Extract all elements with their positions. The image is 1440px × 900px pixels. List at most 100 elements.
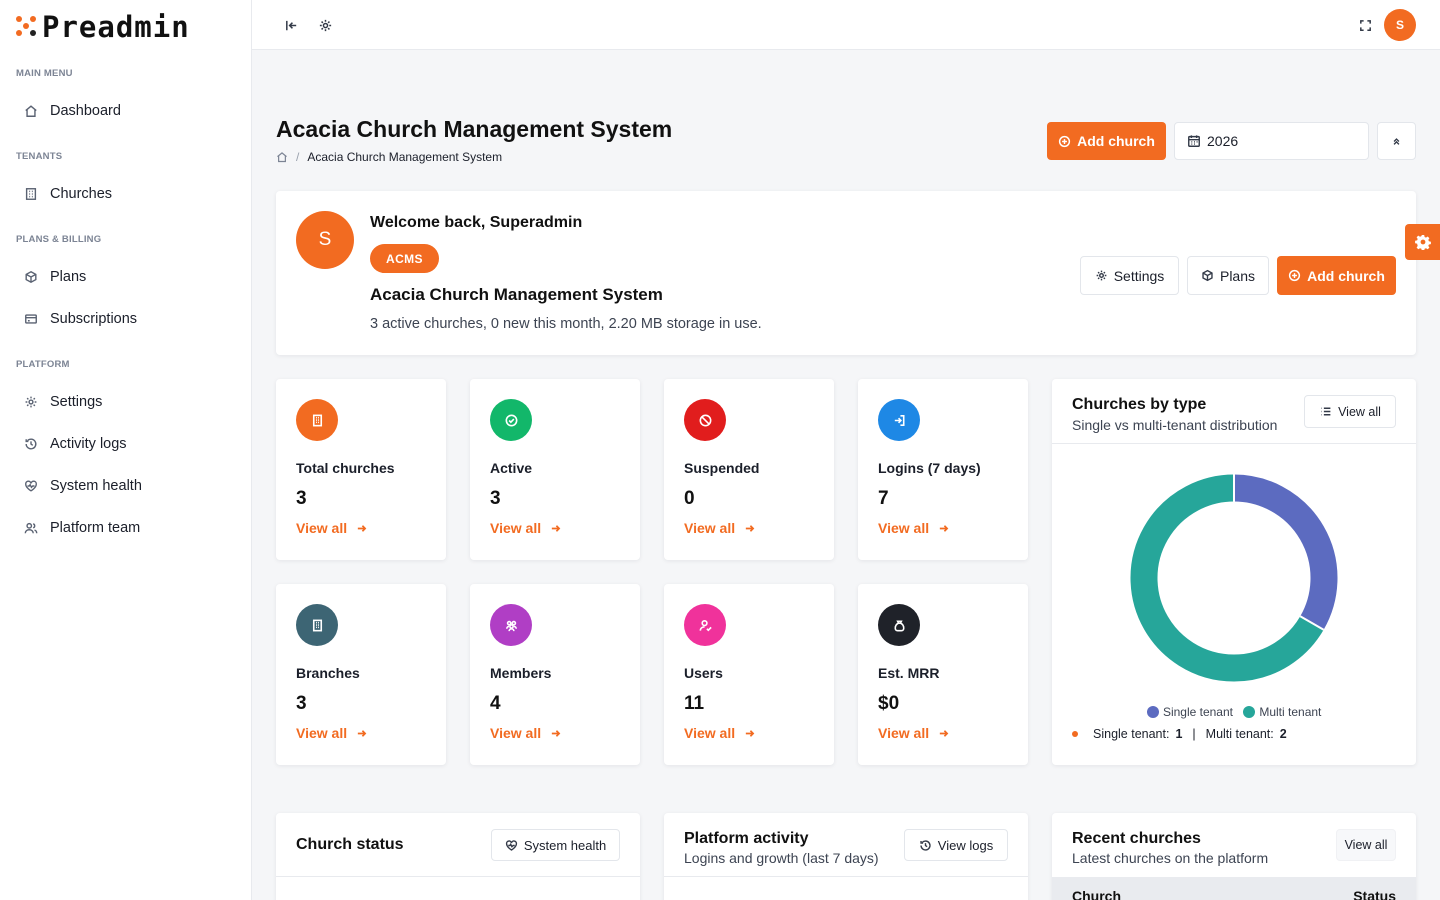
stat-link-label: View all [296,725,348,741]
home-icon[interactable] [276,151,288,163]
add-church-label: Add church [1307,267,1385,284]
welcome-greeting: Welcome back, Superadmin [370,214,583,231]
user-check-icon [699,619,712,631]
fullscreen-button[interactable] [1354,14,1376,36]
stat-view-all-link[interactable]: View all [878,520,949,536]
stat-icon-badge [878,399,920,441]
settings-button[interactable]: Settings [1080,256,1179,295]
table-header: Church Status [1052,877,1416,900]
stat-card: Logins (7 days) 7 View all [858,379,1028,560]
sidebar-item-label: System health [50,478,142,494]
system-health-button[interactable]: System health [491,829,620,861]
users-icon [24,522,38,534]
stat-view-all-link[interactable]: View all [296,725,367,741]
recent-churches-card: Recent churches Latest churches on the p… [1052,813,1416,900]
view-all-button[interactable]: View all [1336,829,1396,861]
stat-view-all-link[interactable]: View all [684,520,755,536]
column-header-church[interactable]: Church [1072,888,1121,900]
user-avatar[interactable]: S [1384,9,1416,41]
stat-view-all-link[interactable]: View all [878,725,949,741]
stat-view-all-link[interactable]: View all [296,520,367,536]
card-title: Churches by type [1072,396,1207,413]
stat-view-all-link[interactable]: View all [684,725,755,741]
chart-summary: Single tenant: 1 | Multi tenant: 2 [1072,727,1287,741]
gear-icon [1096,270,1107,281]
collapse-header-button[interactable] [1377,122,1416,160]
breadcrumb-separator: / [296,150,300,164]
sidebar-item-label: Settings [50,394,103,410]
collapse-sidebar-button[interactable] [280,14,302,36]
sidebar-item-label: Activity logs [50,436,127,452]
view-logs-button[interactable]: View logs [904,829,1008,861]
stat-label: Total churches [296,460,395,476]
settings-button-label: Settings [1113,267,1165,284]
gear-icon [1414,235,1431,250]
stat-link-label: View all [684,520,736,536]
stat-link-label: View all [490,520,542,536]
plus-circle-icon [1289,269,1301,282]
view-all-button[interactable]: View all [1304,395,1396,428]
stat-value: $0 [878,693,900,714]
legend-item-multi-tenant[interactable]: Multi tenant [1243,705,1321,719]
credit-card-icon [25,314,37,324]
view-all-label: View all [1338,404,1381,419]
card-divider [664,876,1028,877]
sidebar-item-dashboard[interactable]: Dashboard [16,93,236,129]
stat-view-all-link[interactable]: View all [490,520,561,536]
sidebar-item-churches[interactable]: Churches [16,176,236,212]
stat-card: Users 11 View all [664,584,834,765]
stat-view-all-link[interactable]: View all [490,725,561,741]
summary-multi-value: 2 [1279,727,1287,741]
arrow-right-icon [939,729,949,737]
stat-label: Suspended [684,460,760,476]
sidebar-item-settings[interactable]: Settings [16,384,236,420]
org-badge: ACMS [370,244,439,273]
section-label-main-menu: MAIN MENU [16,68,73,79]
legend-item-single-tenant[interactable]: Single tenant [1146,705,1233,719]
add-church-button[interactable]: Add church [1047,122,1166,160]
chart-legend: Single tenant Multi tenant [1052,705,1416,719]
system-health-label: System health [523,837,607,853]
donut-slice-single-tenant[interactable] [1233,474,1338,630]
sidebar-item-label: Subscriptions [50,311,138,327]
sidebar-item-label: Platform team [50,520,141,536]
sidebar-item-subscriptions[interactable]: Subscriptions [16,301,236,337]
column-header-status[interactable]: Status [1353,888,1396,900]
arrow-right-icon [745,729,755,737]
heartbeat-icon [505,839,517,851]
plans-button[interactable]: Plans [1187,256,1269,295]
legend-swatch [1243,706,1255,718]
customizer-toggle-button[interactable] [1405,224,1440,260]
arrow-right-icon [551,729,561,737]
fullscreen-icon [1359,19,1371,31]
add-church-button-secondary[interactable]: Add church [1277,256,1396,295]
sidebar-item-plans[interactable]: Plans [16,259,236,295]
chevrons-up-icon [1393,137,1400,145]
donut-chart [1130,474,1338,682]
summary-single-label: Single tenant: [1093,727,1170,741]
stat-value: 7 [878,488,889,509]
arrow-right-icon [357,729,367,737]
plans-button-label: Plans [1219,267,1256,284]
stat-icon-badge [684,399,726,441]
brand-logo[interactable]: Preadmin [16,10,190,44]
sidebar: Preadmin MAIN MENU Dashboard TENANTS Chu… [0,0,252,900]
year-value: 2026 [1207,133,1239,149]
sidebar-item-activity-logs[interactable]: Activity logs [16,426,236,462]
stat-card: Active 3 View all [470,379,640,560]
theme-settings-button[interactable] [314,14,336,36]
money-bag-icon [893,619,905,631]
stat-icon-badge [490,399,532,441]
stat-label: Logins (7 days) [878,460,981,476]
year-picker[interactable]: 2026 [1174,122,1369,160]
sidebar-item-system-health[interactable]: System health [16,468,236,504]
stat-label: Members [490,665,552,681]
stat-card: Total churches 3 View all [276,379,446,560]
stat-card: Members 4 View all [470,584,640,765]
sidebar-item-label: Churches [50,186,113,202]
stat-value: 3 [296,693,307,714]
stat-value: 11 [684,693,705,714]
home-icon [25,105,37,117]
stat-icon-badge [684,604,726,646]
sidebar-item-platform-team[interactable]: Platform team [16,510,236,546]
